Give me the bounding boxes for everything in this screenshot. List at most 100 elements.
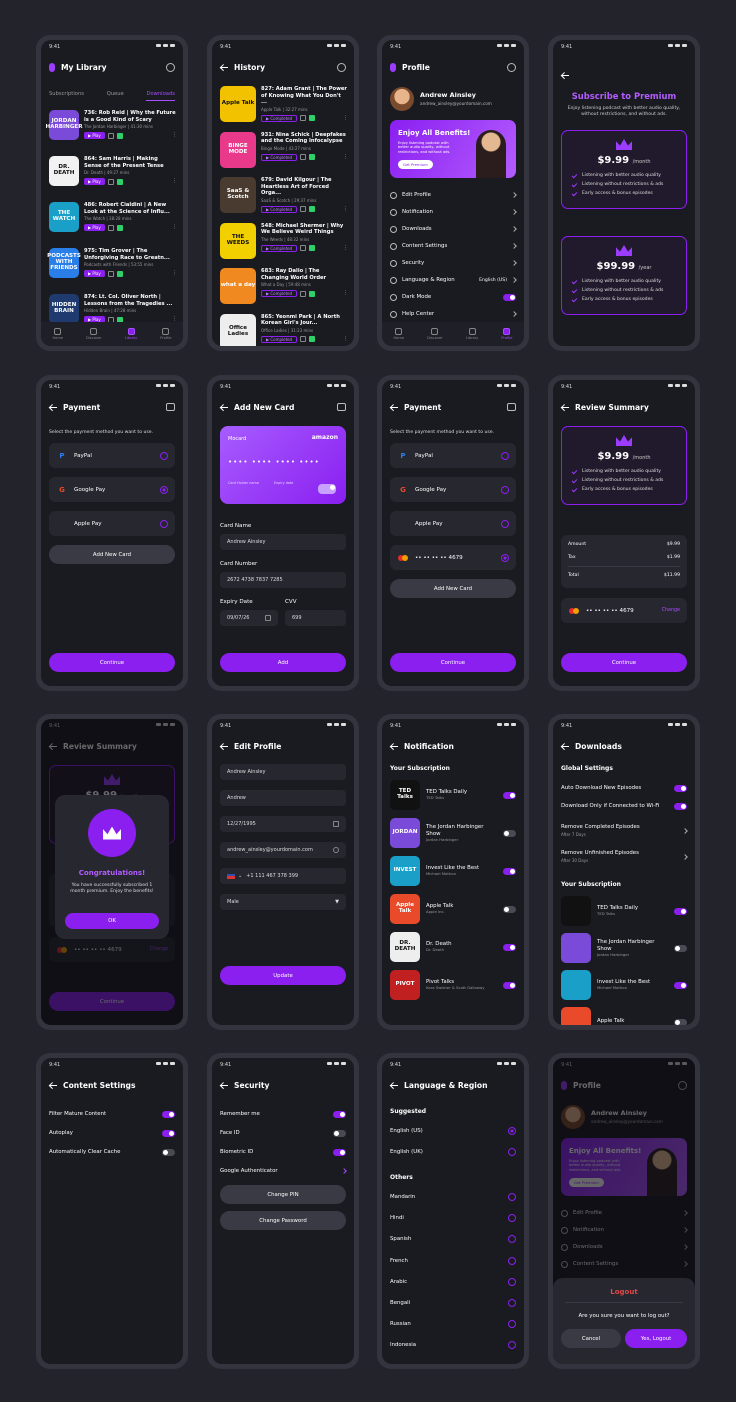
more-icon[interactable]: ⋮: [343, 245, 348, 251]
play-button[interactable]: ▶ Play: [84, 132, 105, 139]
content-setting[interactable]: Autoplay: [49, 1126, 175, 1140]
security-setting[interactable]: Biometric ID: [220, 1145, 346, 1159]
downloaded-icon[interactable]: [116, 224, 123, 231]
back-arrow-icon[interactable]: [220, 403, 228, 411]
chevron-down-icon[interactable]: ⌄: [238, 873, 242, 879]
play-button[interactable]: ▶ Play: [84, 178, 105, 185]
downloaded-icon[interactable]: [116, 132, 123, 139]
more-icon[interactable]: ⋮: [172, 178, 177, 184]
more-icon[interactable]: ⋮: [343, 206, 348, 212]
language-option[interactable]: Russian: [390, 1316, 516, 1332]
download-setting[interactable]: Download Only if Connected to Wi-Fi: [561, 799, 687, 813]
back-arrow-icon[interactable]: [49, 403, 57, 411]
toggle-switch[interactable]: [674, 981, 687, 989]
payment-method-google-pay[interactable]: G Google Pay: [49, 477, 175, 502]
get-premium-button[interactable]: Get Premium: [398, 160, 433, 169]
back-arrow-icon[interactable]: [561, 71, 569, 79]
playlist-icon[interactable]: [107, 224, 114, 231]
language-option[interactable]: Indonesia: [390, 1337, 516, 1353]
playlist-icon[interactable]: [107, 178, 114, 185]
more-icon[interactable]: ⋮: [343, 290, 348, 296]
card-name-input[interactable]: Andrew Ainsley: [220, 534, 346, 550]
radio-button[interactable]: [508, 1214, 516, 1223]
toggle-switch[interactable]: [333, 1129, 346, 1137]
language-option[interactable]: Arabic: [390, 1274, 516, 1290]
avatar[interactable]: [390, 87, 414, 111]
back-arrow-icon[interactable]: [390, 1081, 398, 1089]
downloaded-icon[interactable]: [309, 245, 316, 251]
radio-button[interactable]: [508, 1127, 516, 1135]
toggle-switch[interactable]: [333, 1148, 346, 1156]
radio-button[interactable]: [508, 1148, 516, 1156]
menu-item-help-center[interactable]: Help Center: [390, 307, 517, 321]
radio-button[interactable]: [508, 1299, 516, 1307]
continue-button[interactable]: Continue: [561, 653, 687, 672]
toggle-switch[interactable]: [503, 943, 516, 951]
radio-button[interactable]: [501, 519, 509, 528]
continue-button[interactable]: Continue: [49, 653, 175, 672]
cvv-input[interactable]: 699: [285, 610, 346, 626]
list-item[interactable]: Apple Talk 827: Adam Grant | The Power of…: [220, 86, 348, 126]
radio-button[interactable]: [508, 1256, 516, 1265]
back-arrow-icon[interactable]: [390, 742, 398, 750]
remove-setting[interactable]: Remove Unfinished Episodes After 30 Days: [561, 847, 688, 867]
radio-button[interactable]: [508, 1193, 516, 1201]
back-arrow-icon[interactable]: [220, 63, 228, 71]
profile-field[interactable]: andrew_ainsley@yourdomain.com: [220, 842, 346, 858]
language-option[interactable]: Bengali: [390, 1295, 516, 1311]
list-item[interactable]: SaaS & Scotch 679: David Kilgour | The He…: [220, 177, 348, 217]
radio-button[interactable]: [160, 451, 168, 460]
toggle-switch[interactable]: [503, 867, 516, 875]
profile-field[interactable]: Andrew: [220, 790, 346, 806]
language-option[interactable]: Mandarin: [390, 1189, 516, 1205]
tab-downloads[interactable]: Downloads: [146, 91, 175, 101]
play-button[interactable]: ▶ Play: [84, 270, 105, 277]
card-number-input[interactable]: 2672 4738 7837 7285: [220, 572, 346, 588]
radio-button[interactable]: [508, 1320, 516, 1329]
language-option[interactable]: French: [390, 1253, 516, 1269]
expiry-date-input[interactable]: 09/07/26: [220, 610, 278, 626]
confirm-logout-button[interactable]: Yes, Logout: [625, 1329, 687, 1348]
downloaded-icon[interactable]: [116, 270, 123, 277]
plan-card[interactable]: $99.99 /year Listening with better audio …: [561, 236, 687, 315]
nav-library[interactable]: Library: [466, 328, 478, 340]
toggle-switch[interactable]: [503, 905, 516, 913]
tab-subscriptions[interactable]: Subscriptions: [49, 91, 84, 101]
downloaded-icon[interactable]: [309, 115, 316, 121]
back-arrow-icon[interactable]: [220, 742, 228, 750]
download-setting[interactable]: Auto Download New Episodes: [561, 781, 687, 795]
downloaded-icon[interactable]: [116, 178, 123, 185]
profile-field[interactable]: Male ▼: [220, 894, 346, 910]
calendar-icon[interactable]: [265, 615, 271, 621]
playlist-icon[interactable]: [300, 154, 307, 160]
play-button[interactable]: ▶ Play: [84, 224, 105, 231]
playlist-icon[interactable]: [107, 270, 114, 277]
playlist-icon[interactable]: [300, 206, 307, 212]
menu-item-security[interactable]: Security: [390, 256, 517, 270]
payment-method-paypal[interactable]: P PayPal: [49, 443, 175, 468]
more-options-icon[interactable]: [507, 62, 516, 72]
dark-mode-toggle[interactable]: [503, 293, 516, 301]
playlist-icon[interactable]: [300, 290, 307, 297]
menu-item-dark-mode[interactable]: Dark Mode: [390, 290, 516, 304]
more-icon[interactable]: ⋮: [343, 336, 348, 342]
list-item[interactable]: DR. DEATH 864: Sam Harris | Making Sense …: [49, 156, 177, 196]
more-icon[interactable]: ⋮: [172, 270, 177, 276]
nav-profile[interactable]: Profile: [160, 328, 171, 340]
playlist-icon[interactable]: [107, 132, 114, 139]
downloaded-icon[interactable]: [309, 290, 316, 297]
toggle-switch[interactable]: [503, 981, 516, 989]
list-item[interactable]: Office Ladies 865: Yeonmi Park | A North …: [220, 313, 348, 346]
add-button[interactable]: Add: [220, 653, 346, 672]
back-arrow-icon[interactable]: [561, 403, 569, 411]
toggle-switch[interactable]: [503, 829, 516, 837]
menu-item-edit-profile[interactable]: Edit Profile: [390, 188, 517, 202]
chevron-down-icon[interactable]: ▼: [335, 899, 339, 905]
menu-item-content-settings[interactable]: Content Settings: [390, 239, 517, 253]
back-arrow-icon[interactable]: [561, 742, 569, 750]
premium-banner[interactable]: Enjoy All Benefits! Enjoy listening podc…: [390, 120, 516, 178]
playlist-icon[interactable]: [300, 336, 307, 342]
back-arrow-icon[interactable]: [49, 1081, 57, 1089]
change-link[interactable]: Change: [662, 608, 680, 613]
more-icon[interactable]: ⋮: [343, 115, 348, 121]
